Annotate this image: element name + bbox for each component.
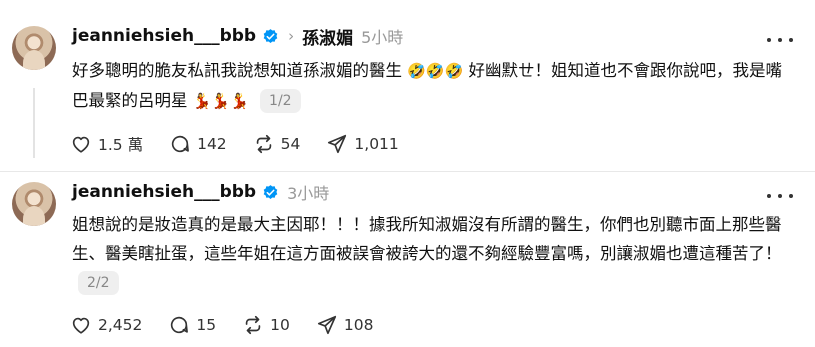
post-actions: 2,452 15 10 108: [70, 311, 399, 339]
thread-post-1: jeanniehsieh___bbb › 孫淑媚 5小時 好多聰明的脆友私訊我說…: [0, 0, 815, 172]
repost-button[interactable]: 54: [253, 133, 301, 155]
post-header: jeanniehsieh___bbb 3小時: [72, 180, 329, 204]
post-actions: 1.5 萬 142 54 1,011: [70, 130, 425, 158]
share-count: 108: [343, 316, 374, 334]
comment-count: 15: [196, 316, 217, 334]
post-text-part: 好多聰明的脆友私訊我說想知道孫淑媚的醫生: [72, 61, 402, 80]
avatar-figure: [23, 50, 45, 70]
like-button[interactable]: 2,452: [70, 314, 142, 336]
like-count: 1.5 萬: [98, 136, 144, 154]
comment-icon: [171, 135, 189, 153]
heart-icon: [72, 136, 90, 153]
heart-icon: [72, 317, 90, 334]
post-header: jeanniehsieh___bbb › 孫淑媚 5小時: [72, 24, 403, 49]
verified-badge-icon: [263, 184, 278, 199]
avatar[interactable]: [12, 182, 56, 226]
share-icon: [328, 134, 347, 154]
repost-count: 10: [270, 316, 290, 334]
dancer-emoji-icon: 💃💃💃: [192, 92, 249, 110]
post-text: 好多聰明的脆友私訊我說想知道孫淑媚的醫生 🤣🤣🤣 好幽默ㄝ！姐知道也不會跟你說吧…: [72, 56, 792, 116]
post-timestamp[interactable]: 5小時: [361, 24, 403, 48]
more-options-icon[interactable]: [767, 32, 793, 48]
post-text-part: 姐想說的是妝造真的是最大主因耶！！！據我所知淑媚沒有所謂的醫生，你們也別聽市面上…: [72, 215, 782, 263]
share-count: 1,011: [354, 135, 399, 153]
share-button[interactable]: 108: [316, 314, 374, 336]
laughing-emoji-icon: 🤣🤣🤣: [407, 62, 464, 80]
verified-badge-icon: [263, 28, 278, 43]
thread-post-2: jeanniehsieh___bbb 3小時 姐想說的是妝造真的是最大主因耶！！…: [0, 172, 815, 347]
like-button[interactable]: 1.5 萬: [70, 133, 143, 155]
post-timestamp[interactable]: 3小時: [287, 180, 329, 204]
comment-button[interactable]: 15: [168, 314, 216, 336]
share-icon: [317, 315, 336, 335]
username[interactable]: jeanniehsieh___bbb: [72, 182, 256, 202]
share-button[interactable]: 1,011: [326, 133, 399, 155]
thread-page-badge: 2/2: [78, 271, 119, 295]
post-text: 姐想說的是妝造真的是最大主因耶！！！據我所知淑媚沒有所謂的醫生，你們也別聽市面上…: [72, 210, 792, 297]
reply-to-username[interactable]: 孫淑媚: [302, 24, 353, 49]
more-options-icon[interactable]: [767, 188, 793, 204]
avatar[interactable]: [12, 26, 56, 70]
avatar-figure: [23, 206, 45, 226]
repost-button[interactable]: 10: [242, 314, 290, 336]
chevron-right-icon: ›: [288, 27, 295, 45]
repost-icon: [245, 315, 261, 335]
thread-page-badge: 1/2: [260, 89, 301, 113]
thread-connector-line: [33, 88, 35, 158]
comment-button[interactable]: 142: [169, 133, 227, 155]
repost-icon: [256, 134, 271, 154]
comment-count: 142: [197, 135, 227, 153]
repost-count: 54: [280, 135, 301, 153]
like-count: 2,452: [98, 316, 143, 334]
username[interactable]: jeanniehsieh___bbb: [72, 26, 256, 46]
comment-icon: [171, 316, 189, 334]
